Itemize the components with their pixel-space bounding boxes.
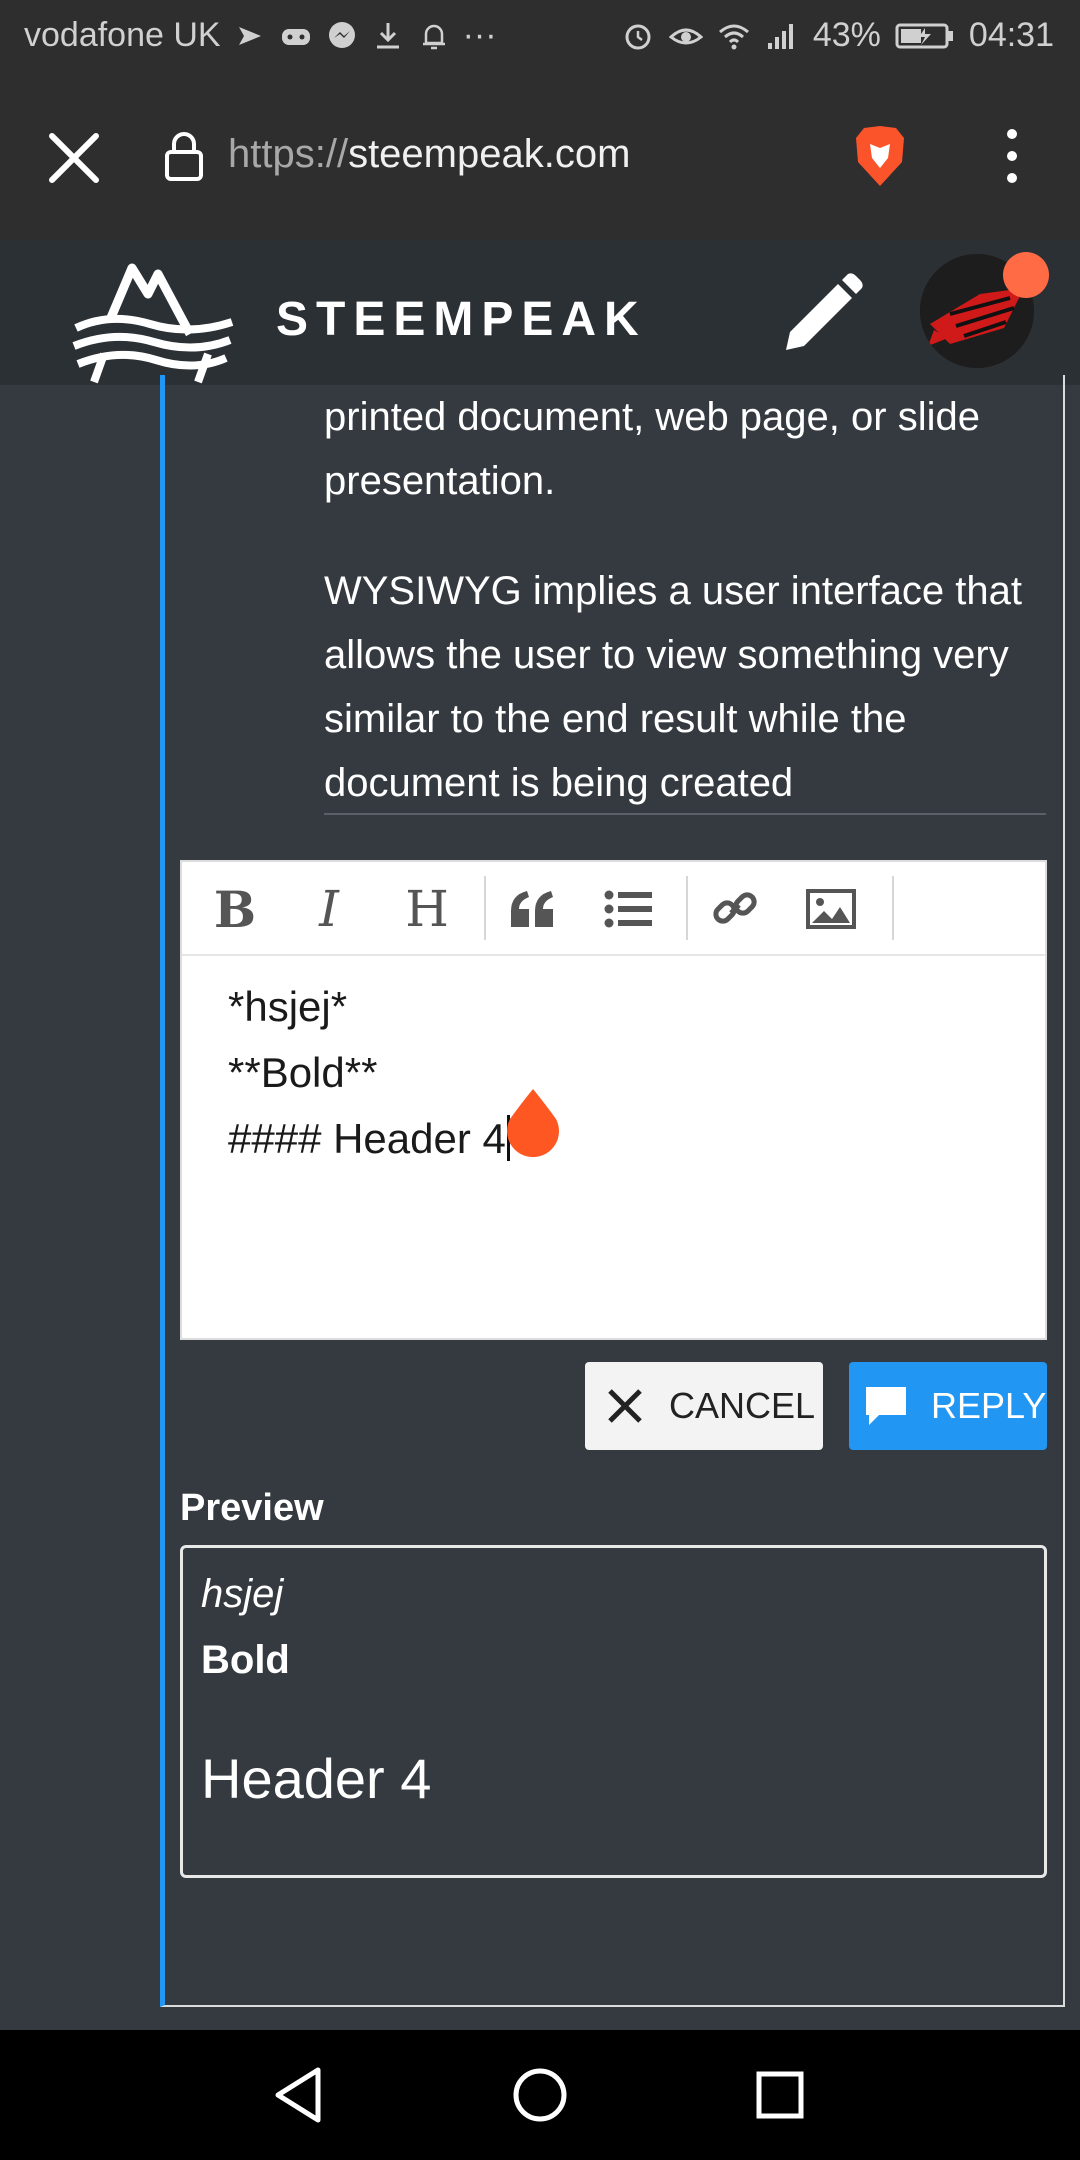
brave-shield-icon[interactable] [852, 124, 908, 188]
preview-italic-text: hsjej [201, 1572, 284, 1616]
reply-button[interactable]: REPLY [849, 1362, 1047, 1450]
overflow-menu-icon[interactable] [994, 124, 1030, 188]
link-icon[interactable] [700, 876, 770, 942]
status-left: vodafone UK ··· [24, 16, 497, 55]
editor-line: *hsjej* [228, 983, 348, 1030]
italic-button[interactable]: I [294, 876, 364, 942]
editor-line: #### Header 4 [228, 1115, 506, 1162]
more-notifications-icon: ··· [462, 16, 497, 54]
chat-bubble-icon [866, 1387, 906, 1425]
close-icon [608, 1389, 642, 1423]
editor-textarea[interactable]: *hsjej* **Bold** #### Header 4 [228, 974, 510, 1172]
site-logo-text[interactable]: STEEMPEAK [276, 292, 647, 347]
post-paragraph: printed document, web page, or slide pre… [324, 395, 980, 503]
editor-toolbar: B I H [182, 862, 1045, 956]
quote-icon[interactable] [498, 876, 568, 942]
site-header: STEEMPEAK [0, 240, 1080, 385]
alarm-icon [621, 19, 655, 53]
battery-charging-icon [895, 19, 955, 53]
system-nav-bar [0, 2030, 1080, 2160]
editor-line-with-caret: #### Header 4 [228, 1106, 510, 1172]
status-right: 43% 04:31 [621, 16, 1054, 55]
cancel-button[interactable]: CANCEL [585, 1362, 823, 1450]
reply-button-label: REPLY [931, 1385, 1047, 1426]
notification-badge[interactable] [1003, 252, 1049, 298]
eye-icon [668, 19, 703, 53]
messenger-icon [325, 19, 359, 53]
main-content: printed document, web page, or slide pre… [0, 375, 1080, 2030]
markdown-editor: B I H *hsjej* **Bold** #### Header 4 [180, 860, 1047, 1340]
editor-line: **Bold** [228, 1049, 378, 1096]
toolbar-separator [484, 876, 486, 940]
toolbar-separator [686, 876, 688, 940]
signal-icon [765, 19, 799, 53]
cancel-button-label: CANCEL [669, 1385, 816, 1426]
close-tab-icon[interactable] [44, 128, 104, 188]
download-icon [371, 19, 405, 53]
carrier-name: vodafone UK [24, 16, 221, 54]
bell-icon [417, 19, 451, 53]
steempeak-logo-icon[interactable] [70, 250, 240, 386]
lock-icon [164, 130, 204, 182]
battery-percent: 43% [812, 16, 881, 54]
bullet-list-icon[interactable] [594, 876, 664, 942]
text-selection-handle-icon[interactable] [502, 1087, 564, 1163]
bold-button[interactable]: B [200, 876, 270, 942]
home-circle-icon[interactable] [505, 2060, 575, 2130]
clock-time: 04:31 [968, 16, 1054, 54]
divider [324, 813, 1046, 815]
recents-square-icon[interactable] [745, 2060, 815, 2130]
game-controller-icon [279, 19, 313, 53]
pencil-icon[interactable] [776, 270, 866, 360]
wifi-icon [717, 19, 751, 53]
location-arrow-icon [233, 19, 267, 53]
post-paragraph: WYSIWYG implies a user interface that al… [324, 569, 1023, 805]
status-bar: vodafone UK ··· 43% 04:31 [0, 0, 1080, 76]
preview-header-text: Header 4 [201, 1747, 432, 1810]
url-host: steempeak.com [348, 132, 631, 176]
heading-button[interactable]: H [392, 876, 462, 942]
toolbar-separator [892, 876, 894, 940]
preview-heading: Preview [180, 1487, 324, 1529]
image-icon[interactable] [796, 876, 866, 942]
url-scheme: https:// [228, 132, 349, 176]
url-bar[interactable]: https://steempeak.com [228, 132, 630, 177]
back-triangle-icon[interactable] [264, 2060, 334, 2130]
preview-panel: hsjej Bold Header 4 [180, 1545, 1047, 1878]
preview-bold-text: Bold [201, 1638, 290, 1682]
browser-toolbar: https://steempeak.com [0, 76, 1080, 240]
